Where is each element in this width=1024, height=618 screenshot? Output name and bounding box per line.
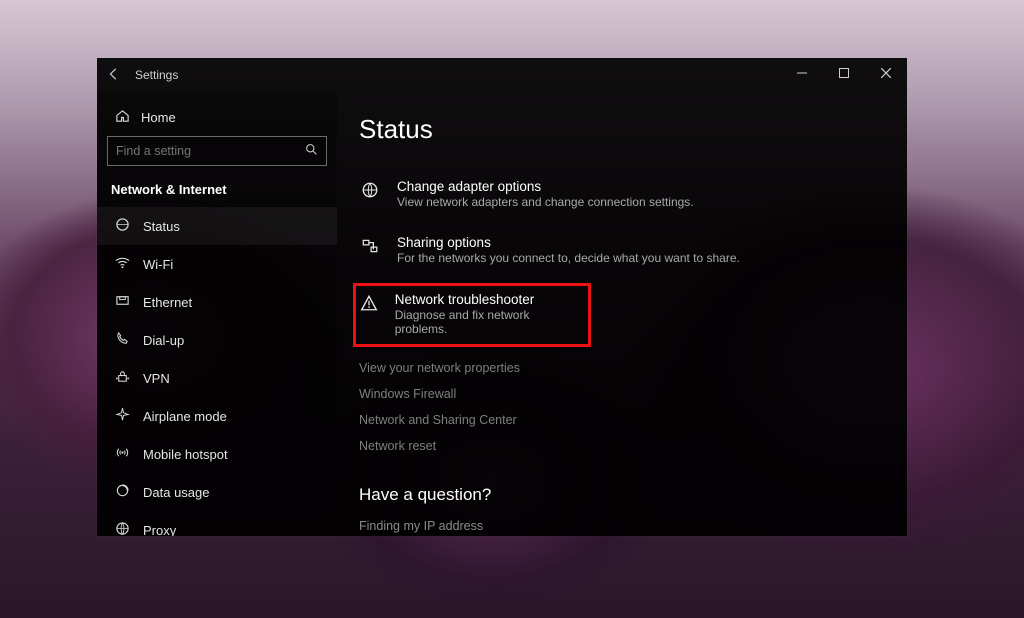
option-troubleshooter[interactable]: Network troubleshooter Diagnose and fix …	[358, 292, 578, 336]
sidebar-item-label: Dial-up	[143, 333, 184, 348]
sidebar-item-proxy[interactable]: Proxy	[97, 511, 337, 536]
question-section: Have a question? Finding my IP address T…	[359, 485, 885, 536]
sidebar-item-label: Status	[143, 219, 180, 234]
option-title: Network troubleshooter	[395, 292, 576, 307]
home-icon	[111, 108, 133, 126]
option-desc: View network adapters and change connect…	[397, 195, 694, 209]
link-list: View your network properties Windows Fir…	[359, 355, 885, 459]
page-title: Status	[359, 114, 885, 145]
status-icon	[111, 217, 133, 235]
search-icon	[305, 143, 318, 159]
sidebar-item-status[interactable]: Status	[97, 207, 337, 245]
link-network-reset[interactable]: Network reset	[359, 433, 885, 459]
option-desc: For the networks you connect to, decide …	[397, 251, 740, 265]
link-network-sharing-center[interactable]: Network and Sharing Center	[359, 407, 885, 433]
home-label: Home	[141, 110, 176, 125]
sidebar-item-label: Data usage	[143, 485, 210, 500]
search-box[interactable]	[107, 136, 327, 166]
main-content: Status Change adapter options View netwo…	[337, 92, 907, 536]
sidebar-item-vpn[interactable]: VPN	[97, 359, 337, 397]
hotspot-icon	[111, 445, 133, 463]
sidebar-item-label: Airplane mode	[143, 409, 227, 424]
dialup-icon	[111, 331, 133, 349]
vpn-icon	[111, 369, 133, 387]
link-windows-firewall[interactable]: Windows Firewall	[359, 381, 885, 407]
option-desc: Diagnose and fix network problems.	[395, 308, 576, 336]
sidebar-item-airplane[interactable]: Airplane mode	[97, 397, 337, 435]
proxy-icon	[111, 521, 133, 536]
sharing-icon	[361, 237, 387, 260]
highlight-annotation: Network troubleshooter Diagnose and fix …	[353, 283, 591, 347]
wifi-icon	[111, 255, 133, 273]
sidebar-item-data-usage[interactable]: Data usage	[97, 473, 337, 511]
maximize-button[interactable]	[823, 58, 865, 88]
question-heading: Have a question?	[359, 485, 885, 505]
sidebar: Home Network & Internet Status	[97, 92, 337, 536]
sidebar-item-dialup[interactable]: Dial-up	[97, 321, 337, 359]
globe-icon	[361, 181, 387, 204]
sidebar-item-label: VPN	[143, 371, 170, 386]
sidebar-item-label: Mobile hotspot	[143, 447, 228, 462]
close-button[interactable]	[865, 58, 907, 88]
link-view-properties[interactable]: View your network properties	[359, 355, 885, 381]
sidebar-item-hotspot[interactable]: Mobile hotspot	[97, 435, 337, 473]
settings-window: Settings Home	[97, 58, 907, 536]
option-change-adapter[interactable]: Change adapter options View network adap…	[359, 173, 885, 215]
search-input[interactable]	[116, 144, 305, 158]
ethernet-icon	[111, 293, 133, 311]
minimize-button[interactable]	[781, 58, 823, 88]
window-title: Settings	[135, 68, 178, 82]
sidebar-item-ethernet[interactable]: Ethernet	[97, 283, 337, 321]
warning-icon	[360, 294, 385, 317]
sidebar-item-label: Proxy	[143, 523, 176, 537]
airplane-icon	[111, 407, 133, 425]
sidebar-item-wifi[interactable]: Wi-Fi	[97, 245, 337, 283]
question-link[interactable]: Finding my IP address	[359, 515, 885, 536]
option-sharing[interactable]: Sharing options For the networks you con…	[359, 229, 885, 271]
sidebar-group-label: Network & Internet	[97, 176, 337, 207]
option-title: Sharing options	[397, 235, 740, 250]
back-button[interactable]	[97, 67, 131, 84]
data-usage-icon	[111, 483, 133, 501]
titlebar: Settings	[97, 58, 907, 92]
home-nav[interactable]: Home	[97, 100, 337, 136]
sidebar-item-label: Ethernet	[143, 295, 192, 310]
sidebar-item-label: Wi-Fi	[143, 257, 173, 272]
option-title: Change adapter options	[397, 179, 694, 194]
window-controls	[781, 58, 907, 88]
sidebar-nav: Status Wi-Fi Ethernet	[97, 207, 337, 536]
